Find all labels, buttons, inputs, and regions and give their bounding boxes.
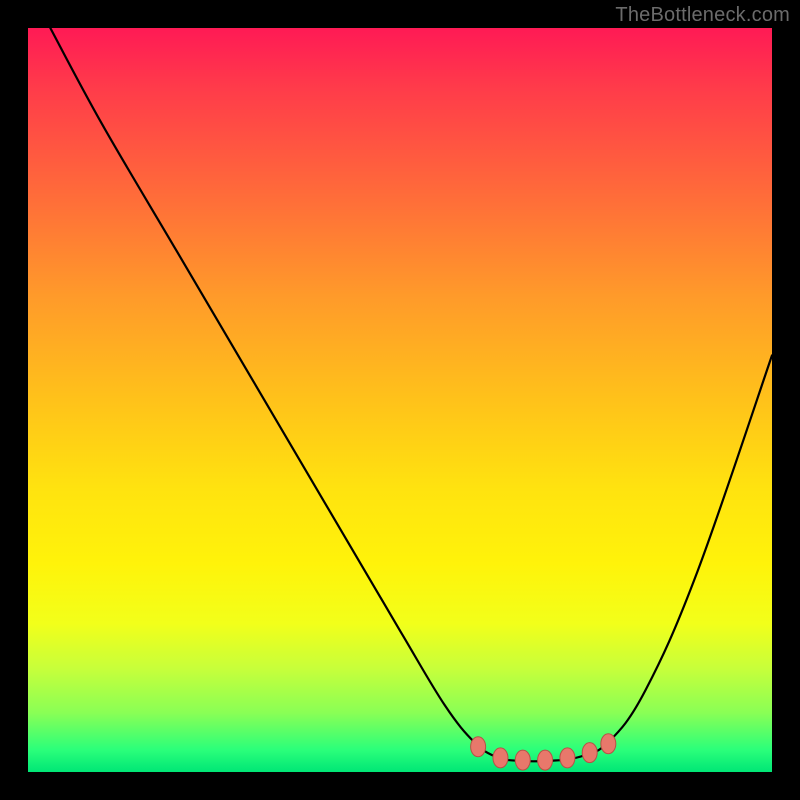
marker-dot xyxy=(471,737,486,757)
marker-dot xyxy=(582,743,597,763)
bottleneck-curve xyxy=(50,28,772,761)
curve-layer xyxy=(28,28,772,772)
chart-frame: TheBottleneck.com xyxy=(0,0,800,800)
bottleneck-markers xyxy=(471,734,616,770)
marker-dot xyxy=(515,750,530,770)
marker-dot xyxy=(493,748,508,768)
marker-dot xyxy=(560,748,575,768)
marker-dot xyxy=(538,750,553,770)
plot-area xyxy=(28,28,772,772)
marker-dot xyxy=(601,734,616,754)
watermark-text: TheBottleneck.com xyxy=(615,4,790,27)
